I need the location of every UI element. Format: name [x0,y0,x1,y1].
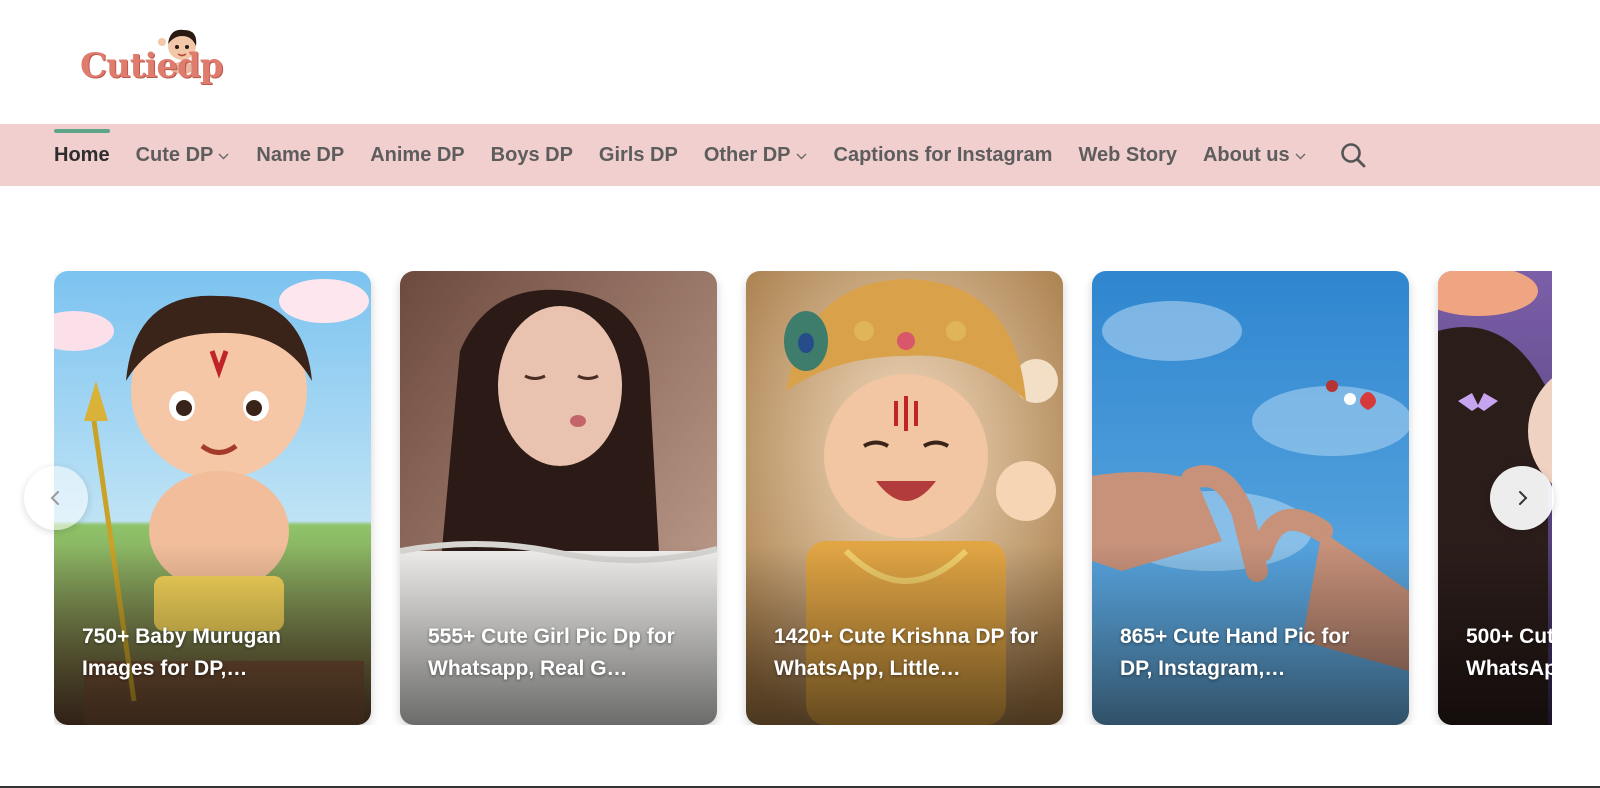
logo-wordmark: Cutiedp [80,46,224,86]
nav-item-label: Home [54,143,110,166]
nav-item-boys-dp[interactable]: Boys DP [491,124,573,186]
nav-item-girls-dp[interactable]: Girls DP [599,124,678,186]
nav-item-label: Name DP [256,143,345,166]
nav-item-label: Cute DP [135,143,214,166]
carousel-next-button[interactable] [1490,466,1554,530]
nav-item-label: Other DP [703,143,791,166]
nav-item-name-dp[interactable]: Name DP [256,124,344,186]
chevron-left-icon [50,491,59,505]
chevron-down-icon [796,153,807,159]
nav-item-label: About us [1202,143,1290,166]
nav-item-captions-for-instagram[interactable]: Captions for Instagram [834,124,1053,186]
post-card[interactable]: 555+ Cute Girl Pic Dp for Whatsapp, Real… [400,271,717,725]
post-title[interactable]: 750+ Baby Murugan Images for DP,… [82,621,349,685]
nav-item-label: Captions for Instagram [833,143,1053,166]
nav-item-label: Anime DP [370,143,465,166]
nav-item-anime-dp[interactable]: Anime DP [370,124,464,186]
post-card[interactable]: 1420+ Cute Krishna DP for WhatsApp, Litt… [746,271,1063,725]
search-icon[interactable] [1339,141,1367,169]
nav-item-label: Girls DP [598,143,678,166]
chevron-right-icon [1519,491,1528,505]
site-header: Cutiedp [0,0,1600,124]
post-carousel: 750+ Baby Murugan Images for DP,… 555+ C… [54,271,1552,725]
nav-item-other-dp[interactable]: Other DP [704,124,808,186]
nav-item-label: Boys DP [490,143,573,166]
main-nav: Home Cute DP Name DP Anime DP Boys DP Girls D… [0,124,1600,186]
nav-item-home[interactable]: Home [54,124,110,186]
post-title[interactable]: 500+ Cute Girl DP for WhatsApp… [1466,621,1552,685]
post-title[interactable]: 1420+ Cute Krishna DP for WhatsApp, Litt… [774,621,1041,685]
carousel-prev-button[interactable] [24,466,88,530]
nav-item-cute-dp[interactable]: Cute DP [136,124,231,186]
post-card[interactable]: 750+ Baby Murugan Images for DP,… [54,271,371,725]
nav-items: Home Cute DP Name DP Anime DP Boys DP Girls D… [54,124,1367,186]
nav-item-label: Web Story [1078,143,1177,166]
chevron-down-icon [218,153,229,159]
chevron-down-icon [1295,153,1306,159]
nav-item-web-story[interactable]: Web Story [1078,124,1177,186]
post-card[interactable]: 865+ Cute Hand Pic for DP, Instagram,… [1092,271,1409,725]
post-title[interactable]: 865+ Cute Hand Pic for DP, Instagram,… [1120,621,1387,685]
post-title[interactable]: 555+ Cute Girl Pic Dp for Whatsapp, Real… [428,621,695,685]
site-logo[interactable]: Cutiedp [80,24,224,94]
nav-item-about-us[interactable]: About us [1203,124,1307,186]
